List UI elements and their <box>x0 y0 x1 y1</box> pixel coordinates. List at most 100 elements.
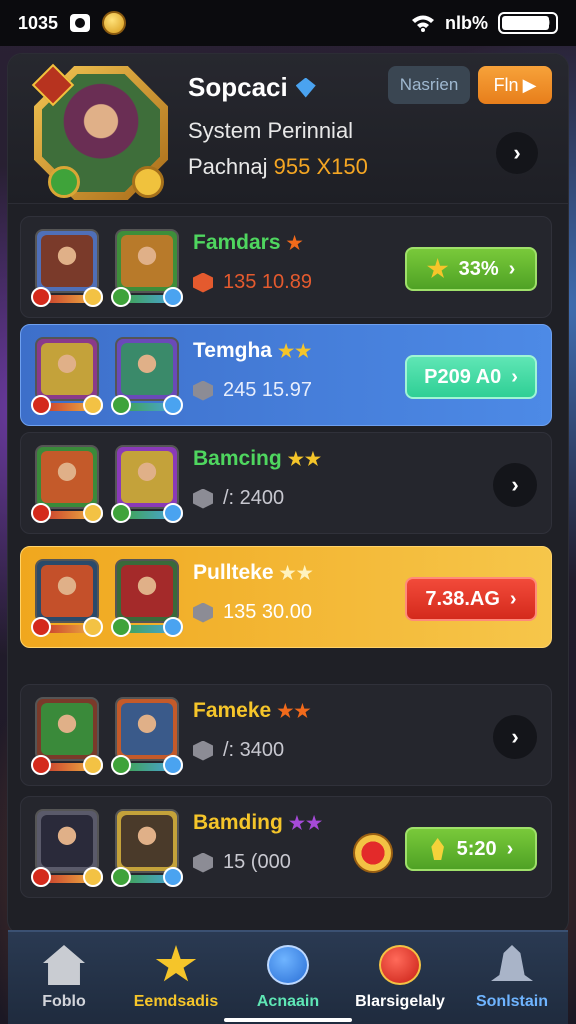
battery-icon: 90 <box>498 12 558 34</box>
hero-face <box>41 815 93 867</box>
row-action-label: 33% <box>458 257 499 280</box>
hero-element-icon <box>111 755 131 775</box>
list-item[interactable]: Bamcing ★★ /: 2400 › <box>20 432 552 534</box>
row-action-button[interactable]: 5:20 › <box>405 827 537 871</box>
hero-face <box>121 565 173 617</box>
row-subtitle: /: 3400 <box>193 739 284 762</box>
chevron-right-icon: › <box>511 365 518 388</box>
status-bar: 1035 nlb% 90 <box>0 0 576 46</box>
row-action-button[interactable]: P209 A0 › <box>405 355 537 399</box>
row-subtitle-text: 245 15.97 <box>223 379 312 401</box>
ember-icon <box>431 838 444 860</box>
hero-element-icon <box>31 395 51 415</box>
list-item[interactable]: Temgha ★★ 245 15.97 P209 A0 › <box>20 324 552 426</box>
nav-item-blue-orb[interactable]: Acnaain <box>232 932 344 1024</box>
player-name-text: Sopcaci <box>188 72 288 102</box>
hero-portrait-icon[interactable] <box>111 229 183 307</box>
hero-portrait-icon[interactable] <box>31 337 103 415</box>
chevron-right-icon: › <box>509 587 517 610</box>
fin-button[interactable]: Fln ▶ <box>478 66 552 104</box>
rating-stars-icon: ★★ <box>287 448 322 469</box>
hero-portrait-icon[interactable] <box>31 697 103 775</box>
row-chevron-button[interactable]: › <box>493 715 537 759</box>
hero-portrait-icon[interactable] <box>111 559 183 637</box>
bell-icon <box>491 945 533 981</box>
nasrien-button[interactable]: Nasrien <box>388 66 470 104</box>
rating-stars-icon: ★ <box>286 232 304 253</box>
player-stat: Pachnaj 955 X150 <box>188 154 368 180</box>
nav-item-red-orb[interactable]: Blarsigelaly <box>344 932 456 1024</box>
nav-item-label: Eemdsadis <box>133 993 219 1010</box>
row-subtitle-text: 15 (000 <box>223 851 291 873</box>
hero-rank-icon <box>163 617 183 637</box>
row-title: Fameke ★★ <box>193 699 312 723</box>
home-indicator[interactable] <box>224 1018 352 1022</box>
nav-item-bell[interactable]: Sonlstain <box>456 932 568 1024</box>
battery-text: 90 <box>535 15 550 30</box>
hero-portrait-icon[interactable] <box>111 697 183 775</box>
token-icon[interactable] <box>353 833 393 873</box>
hero-rank-icon <box>163 867 183 887</box>
coin-notification-icon <box>102 11 127 35</box>
signal-text: nlb% <box>445 12 488 33</box>
row-title-text: Fameke <box>193 699 272 722</box>
stat-value: 955 X150 <box>273 154 368 179</box>
list-item[interactable]: Famdars ★ 135 10.89 33% › <box>20 216 552 318</box>
play-triangle-icon: ▶ <box>522 74 537 95</box>
chevron-right-icon: › <box>511 472 519 497</box>
cube-icon <box>193 380 213 401</box>
nav-item-star[interactable]: Eemdsadis <box>120 932 232 1024</box>
list-item[interactable]: Bamding ★★ 15 (000 5:20 › <box>20 796 552 898</box>
hero-portrait-icon[interactable] <box>111 809 183 887</box>
row-subtitle-text: /: 2400 <box>223 487 285 509</box>
hero-portrait-icon[interactable] <box>111 337 183 415</box>
player-name: Sopcaci <box>188 72 316 103</box>
row-subtitle: 135 30.00 <box>193 601 312 624</box>
nav-item-home[interactable]: Foblo <box>8 932 120 1024</box>
cube-icon <box>193 488 213 509</box>
hero-face <box>121 451 173 503</box>
hero-face <box>41 343 93 395</box>
stat-label: Pachnaj <box>188 154 268 179</box>
hero-portrait-icon[interactable] <box>31 809 103 887</box>
row-title: Bamcing ★★ <box>193 447 322 471</box>
hero-rank-icon <box>83 867 103 887</box>
hero-portrait-icon[interactable] <box>111 445 183 523</box>
hero-rank-icon <box>163 755 183 775</box>
hero-face <box>41 235 93 287</box>
cube-icon <box>193 740 213 761</box>
row-subtitle-text: 135 30.00 <box>223 601 312 623</box>
hero-face <box>41 451 93 503</box>
row-subtitle: 245 15.97 <box>193 379 312 402</box>
row-action-button[interactable]: 7.38.AG › <box>405 577 537 621</box>
rating-stars-icon: ★★ <box>279 562 314 583</box>
hero-rank-icon <box>83 287 103 307</box>
row-subtitle-text: 135 10.89 <box>223 271 312 293</box>
hero-element-icon <box>111 867 131 887</box>
main-panel: Sopcaci System Perinnial Pachnaj 955 X15… <box>8 54 568 934</box>
chevron-right-icon: › <box>513 140 521 165</box>
row-subtitle: 135 10.89 <box>193 271 312 294</box>
profile-header: Sopcaci System Perinnial Pachnaj 955 X15… <box>8 54 568 204</box>
rating-stars-icon: ★★ <box>288 812 324 833</box>
header-chevron-button[interactable]: › <box>496 132 538 174</box>
row-action-button[interactable]: 33% › <box>405 247 537 291</box>
row-title-text: Famdars <box>193 231 281 254</box>
rating-stars-icon: ★★ <box>277 340 313 361</box>
hero-element-icon <box>111 503 131 523</box>
nav-item-label: Acnaain <box>256 993 320 1010</box>
hero-portrait-icon[interactable] <box>31 559 103 637</box>
hero-portrait-icon[interactable] <box>31 445 103 523</box>
app-notification-icon <box>70 14 91 32</box>
hero-portrait-icon[interactable] <box>31 229 103 307</box>
list-item[interactable]: Fameke ★★ /: 3400 › <box>20 684 552 786</box>
row-chevron-button[interactable]: › <box>493 463 537 507</box>
hero-face <box>41 565 93 617</box>
list-item[interactable]: Pullteke ★★ 135 30.00 7.38.AG › <box>20 546 552 648</box>
nav-item-label: Sonlstain <box>475 993 548 1010</box>
hero-element-icon <box>111 287 131 307</box>
row-subtitle: 15 (000 <box>193 851 291 874</box>
cube-icon <box>193 272 213 293</box>
home-icon <box>43 945 85 985</box>
hero-rank-icon <box>83 755 103 775</box>
